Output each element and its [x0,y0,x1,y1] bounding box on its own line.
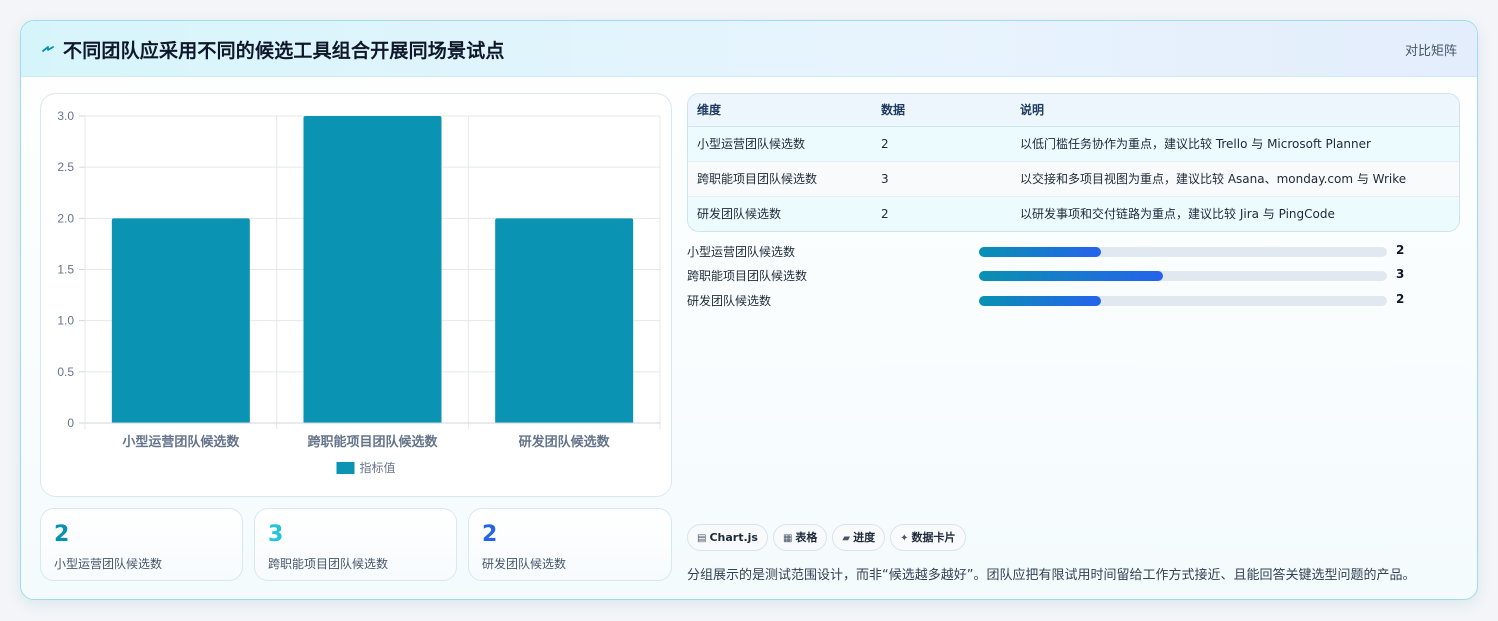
progress-row: 跨职能项目团队候选数 3 [687,267,1447,283]
table-cell: 2 [872,196,1011,231]
progress-fill [979,296,1102,306]
column-header: 说明 [1011,94,1459,127]
legend-label: 指标值 [360,460,396,475]
bar-chart: 0 0.5 1.0 1.5 2.0 2.5 3.0 小型运营团队候选数 跨职能项目团队候选数 研发… [57,109,661,475]
card-icon: ✦ [900,533,909,544]
progress-value: 3 [1396,267,1405,281]
progress-fill [979,247,1102,257]
y-tick-label: 2.0 [57,211,74,225]
x-tick-label: 跨职能项目团队候选数 [307,434,438,450]
progress-track [979,296,1387,306]
stat-label: 跨职能项目团队候选数 [268,557,389,571]
table-cell: 3 [872,161,1011,197]
chip-label: 表格 [795,531,818,544]
progress-icon: ▰ [842,533,851,544]
chip-data-card[interactable]: ✦ 数据卡片 [890,524,966,551]
table-row: 跨职能项目团队候选数 3 以交接和多项目视图为重点，建议比较 Asana、mon… [688,161,1459,197]
bar-chart-panel: 0 0.5 1.0 1.5 2.0 2.5 3.0 小型运营团队候选数 跨职能项目团队候选数 研发… [40,93,672,497]
table-header-row: 维度 数据 说明 [688,94,1459,127]
stat-card: 2 小型运营团队候选数 [40,508,243,581]
chip-label: 数据卡片 [911,531,956,544]
progress-value: 2 [1396,243,1405,257]
bar [303,116,442,423]
y-tick-label: 0.5 [57,365,74,379]
table-icon: ▦ [782,533,793,544]
chip-label: Chart.js [709,531,758,544]
chip-table[interactable]: ▦ 表格 [772,524,828,551]
chart-icon: ▤ [697,533,707,544]
table-cell: 以低门槛任务协作为重点，建议比较 Trello 与 Microsoft Plan… [1011,126,1459,162]
matrix-badge: 对比矩阵 [1404,44,1457,59]
legend-swatch [336,462,355,474]
table-cell: 以研发事项和交付链路为重点，建议比较 Jira 与 PingCode [1011,196,1459,231]
x-tick-label: 研发团队候选数 [519,434,611,450]
progress-fill [979,271,1163,281]
table-row: 小型运营团队候选数 2 以低门槛任务协作为重点，建议比较 Trello 与 Mi… [688,126,1459,162]
progress-value: 2 [1396,292,1405,306]
card-header: 不同团队应采用不同的候选工具组合开展同场景试点 对比矩阵 [21,21,1477,77]
progress-row: 研发团队候选数 2 [687,292,1447,308]
footnote: 分组展示的是测试范围设计，而非“候选越多越好”。团队应把有限试用时间留给工作方式… [687,568,1416,583]
table-cell: 小型运营团队候选数 [688,126,872,162]
column-header: 维度 [688,94,872,127]
stat-label: 研发团队候选数 [482,557,567,571]
y-tick-label: 1.0 [57,314,74,328]
table-cell: 研发团队候选数 [688,196,872,231]
table-row: 研发团队候选数 2 以研发事项和交付链路为重点，建议比较 Jira 与 Ping… [688,196,1459,231]
data-table-wrapper: 维度 数据 说明 小型运营团队候选数 2 以低门槛任务协作为重点，建议比较 Tr… [687,93,1460,232]
y-tick-label: 0 [67,416,74,430]
stat-card: 2 研发团队候选数 [468,508,672,581]
page-title: 不同团队应采用不同的候选工具组合开展同场景试点 [63,40,505,62]
progress-label: 研发团队候选数 [687,294,772,308]
table-cell: 跨职能项目团队候选数 [688,161,872,197]
y-tick-label: 2.5 [57,160,74,174]
table-cell: 以交接和多项目视图为重点，建议比较 Asana、monday.com 与 Wri… [1011,161,1459,197]
table-cell: 2 [872,126,1011,162]
progress-label: 跨职能项目团队候选数 [687,269,808,283]
data-table: 维度 数据 说明 小型运营团队候选数 2 以低门槛任务协作为重点，建议比较 Tr… [688,94,1459,231]
column-header: 数据 [872,94,1011,127]
stat-value: 2 [482,522,498,547]
x-tick-label: 小型运营团队候选数 [122,434,240,450]
chip-progress[interactable]: ▰ 进度 [832,524,886,551]
view-chips: ▤ Chart.js ▦ 表格 ▰ 进度 ✦ 数据卡片 [687,524,971,551]
stat-label: 小型运营团队候选数 [54,557,163,571]
bar [495,218,634,423]
progress-row: 小型运营团队候选数 2 [687,243,1447,259]
bolt-icon [42,46,54,52]
stat-card: 3 跨职能项目团队候选数 [254,508,457,581]
comparison-card: 不同团队应采用不同的候选工具组合开展同场景试点 对比矩阵 0 0.5 1.0 1.5 2… [20,20,1478,600]
progress-track [979,271,1387,281]
progress-track [979,247,1387,257]
chip-label: 进度 [853,531,876,544]
progress-label: 小型运营团队候选数 [687,245,796,259]
stat-value: 2 [54,522,70,547]
chip-chartjs[interactable]: ▤ Chart.js [687,524,768,551]
stat-value: 3 [268,522,284,547]
y-tick-label: 3.0 [57,109,74,123]
y-tick-label: 1.5 [57,263,74,277]
bar [111,218,250,423]
